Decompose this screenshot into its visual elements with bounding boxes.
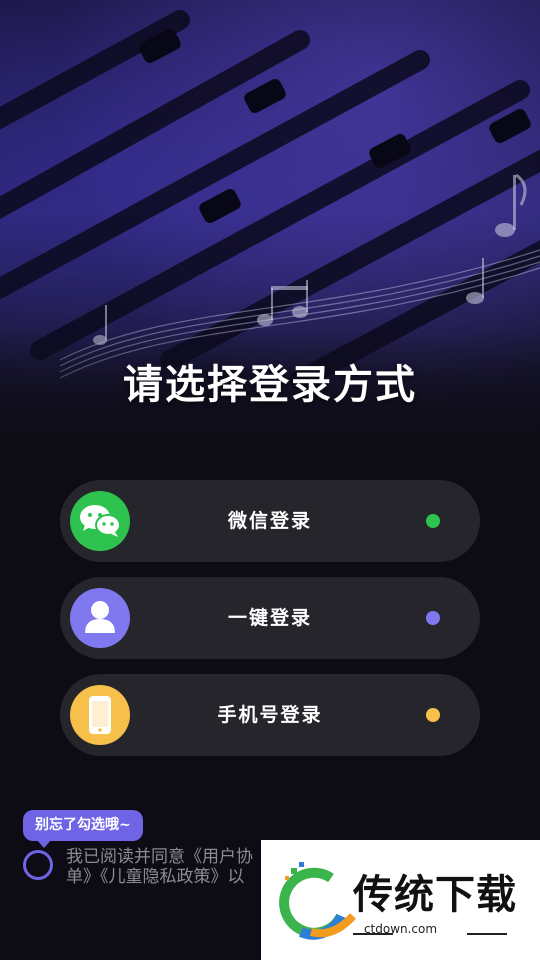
wechat-icon <box>70 491 130 551</box>
page-title: 请选择登录方式 <box>123 361 417 408</box>
agreement-checkbox[interactable] <box>23 850 53 880</box>
phone-icon <box>70 685 130 745</box>
watermark: 传统下载 ctdown.com <box>261 840 540 960</box>
watermark-brand: 传统下载 <box>353 872 517 918</box>
status-dot <box>426 708 440 722</box>
one-click-login-label: 一键登录 <box>227 607 312 629</box>
wechat-login-button[interactable]: 微信登录 <box>60 480 480 562</box>
watermark-site: ctdown.com <box>363 922 438 936</box>
status-dot <box>426 611 440 625</box>
user-icon <box>70 588 130 648</box>
phone-login-label: 手机号登录 <box>217 704 323 726</box>
one-click-login-button[interactable]: 一键登录 <box>60 577 480 659</box>
wechat-login-label: 微信登录 <box>227 510 312 532</box>
phone-login-button[interactable]: 手机号登录 <box>60 674 480 756</box>
agreement-reminder-tooltip: 别忘了勾选哦~ <box>23 810 143 848</box>
status-dot <box>426 514 440 528</box>
